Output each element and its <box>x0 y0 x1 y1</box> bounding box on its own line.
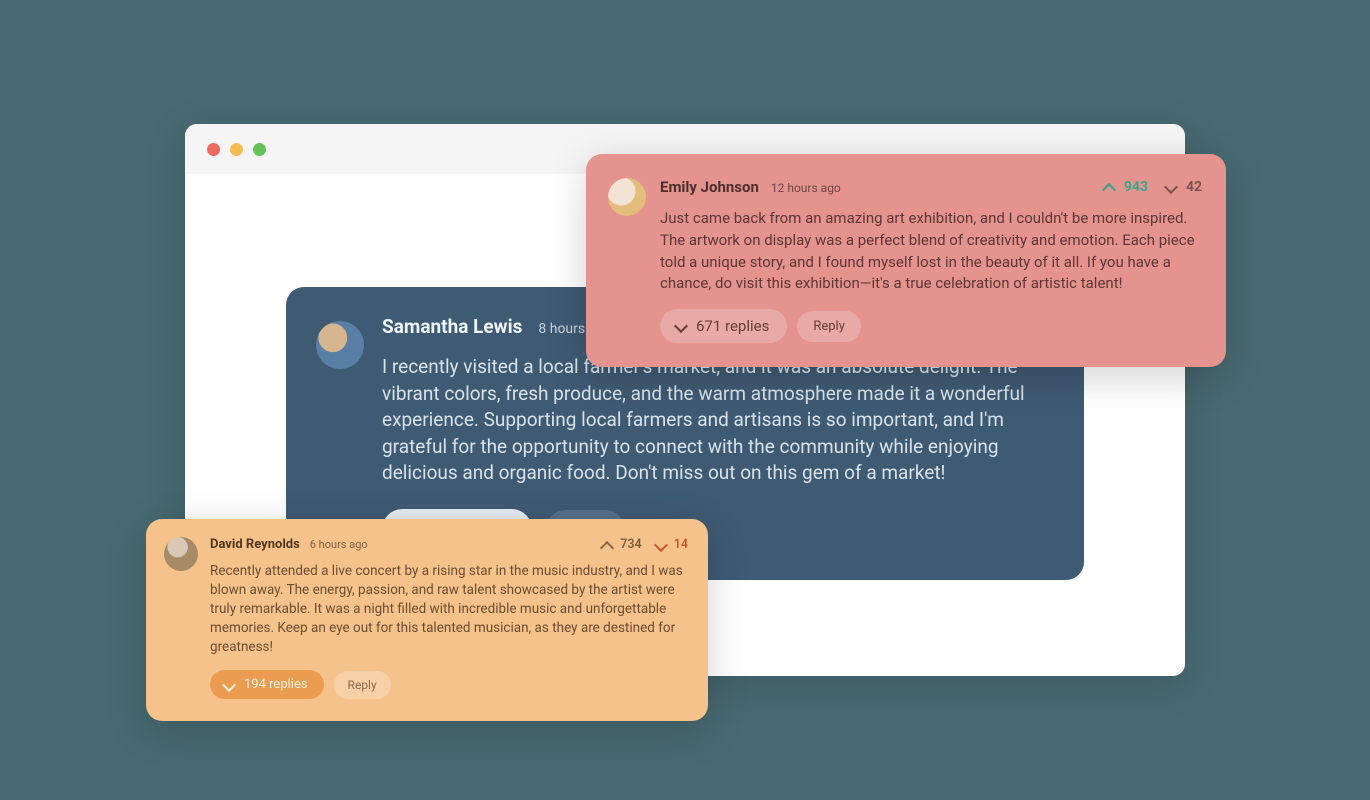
downvote-icon[interactable] <box>654 538 668 552</box>
reply-label: Reply <box>348 678 377 692</box>
view-replies-button[interactable]: 671 replies <box>660 309 787 343</box>
avatar <box>608 178 646 216</box>
author-name: Samantha Lewis <box>382 315 522 338</box>
comment-card-david: David Reynolds 6 hours ago 734 14 Recent… <box>146 519 708 721</box>
comment-body: Just came back from an amazing art exhib… <box>660 208 1202 295</box>
window-close-icon[interactable] <box>207 143 220 156</box>
window-maximize-icon[interactable] <box>253 143 266 156</box>
comment-card-emily: Emily Johnson 12 hours ago 943 42 Just c… <box>586 154 1226 367</box>
view-replies-button[interactable]: 194 replies <box>210 670 324 699</box>
upvote-icon[interactable] <box>600 538 614 552</box>
downvote-count: 42 <box>1186 179 1202 195</box>
reply-button[interactable]: Reply <box>797 311 861 342</box>
upvote-icon[interactable] <box>1102 180 1116 194</box>
downvote-count: 14 <box>674 537 688 552</box>
author-name: Emily Johnson <box>660 178 759 196</box>
reply-button[interactable]: Reply <box>334 671 391 699</box>
author-name: David Reynolds <box>210 537 300 552</box>
replies-count-label: 194 replies <box>244 677 308 692</box>
avatar <box>316 321 364 369</box>
window-minimize-icon[interactable] <box>230 143 243 156</box>
comment-body: I recently visited a local farmer's mark… <box>382 354 1054 487</box>
comment-body: Recently attended a live concert by a ri… <box>210 562 688 656</box>
avatar <box>164 537 198 571</box>
replies-count-label: 671 replies <box>696 317 769 335</box>
upvote-count: 943 <box>1124 179 1148 195</box>
reply-label: Reply <box>813 319 845 334</box>
downvote-icon[interactable] <box>1164 180 1178 194</box>
chevron-down-icon <box>674 319 688 333</box>
chevron-down-icon <box>222 678 236 692</box>
upvote-count: 734 <box>620 537 641 552</box>
timestamp: 12 hours ago <box>771 181 841 195</box>
timestamp: 6 hours ago <box>310 538 368 551</box>
